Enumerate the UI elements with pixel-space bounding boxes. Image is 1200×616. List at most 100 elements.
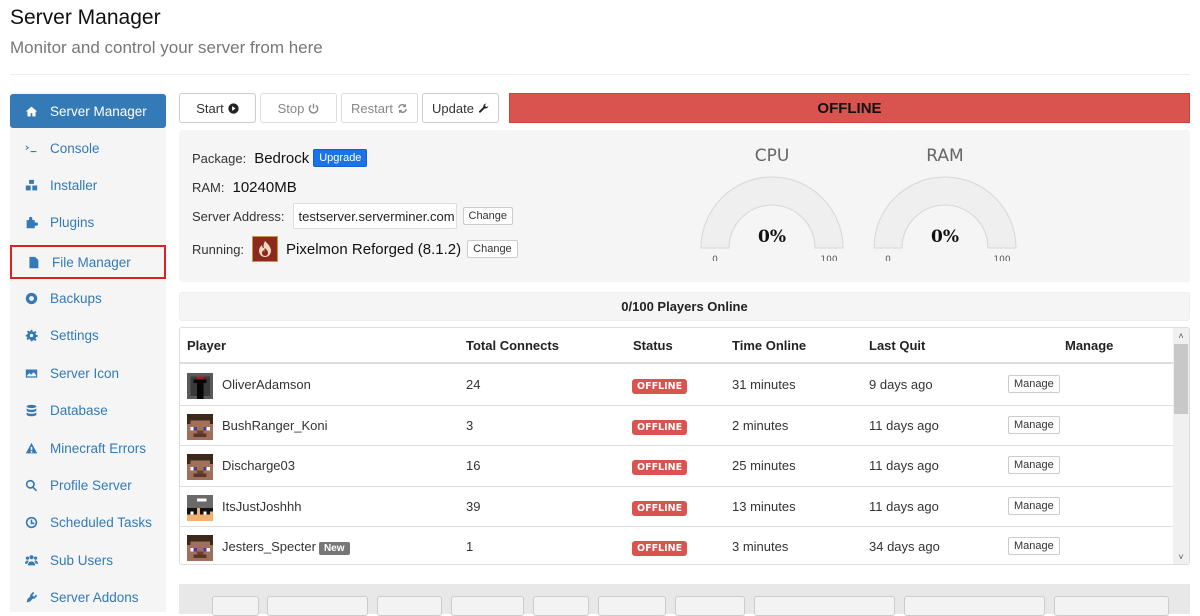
status-badge: OFFLINE [632,541,688,556]
file-icon [24,256,42,269]
ram-gauge-min: 0 [885,255,891,261]
bottom-tab[interactable] [377,596,442,616]
player-avatar [187,535,213,561]
manage-button[interactable]: Manage [1008,415,1060,434]
player-avatar [187,413,213,440]
bottom-tab[interactable] [754,596,895,616]
new-badge: New [318,542,350,555]
server-address-row: Server Address: testserver.serverminer.c… [192,203,514,229]
bottom-tab[interactable] [212,596,259,616]
sidebar-item-console[interactable]: Console [10,131,166,165]
bottom-tab[interactable] [598,596,666,616]
bottom-tab[interactable] [1054,596,1169,616]
sidebar-item-backups[interactable]: Backups [10,281,166,315]
manage-button[interactable]: Manage [1008,537,1060,555]
player-avatar [187,494,213,521]
warning-icon [22,442,40,455]
package-label: Package: [192,150,247,166]
player-name[interactable]: Discharge03 [222,458,295,473]
sidebar-item-label: Minecraft Errors [50,440,147,456]
server-info-panel: Package: Bedrock Upgrade RAM: 10240MB Se… [179,130,1190,282]
ram-gauge-value: 0% [931,227,959,247]
player-name[interactable]: ItsJustJoshhh [222,499,302,514]
player-name[interactable]: OliverAdamson [222,377,311,392]
running-modpack: Pixelmon Reforged (8.1.2) [286,240,462,258]
sidebar-item-database[interactable]: Database [10,393,166,427]
bottom-tab[interactable] [533,596,589,616]
player-row: OliverAdamson 24 OFFLINE 31 minutes 9 days a… [180,365,1174,406]
restart-button[interactable]: Restart [341,93,418,123]
sidebar-item-label: Scheduled Tasks [50,514,152,530]
sidebar-item-minecraft-errors[interactable]: Minecraft Errors [10,431,166,465]
time-online: 2 minutes [732,417,789,433]
status-badge: OFFLINE [632,500,688,516]
last-quit: 11 days ago [869,458,939,473]
player-row: BushRanger_Koni 3 OFFLINE 2 minutes 11 days … [180,406,1174,446]
sidebar-item-settings[interactable]: Settings [10,318,166,352]
player-row: Jesters_Specter New 1 OFFLINE 3 minutes 34 da… [180,527,1174,564]
search-icon [22,479,40,492]
sidebar-item-label: Console [50,140,100,156]
update-button[interactable]: Update [422,93,499,123]
bottom-tab[interactable] [451,596,524,616]
image-icon [22,367,40,380]
bottom-tab[interactable] [267,596,368,616]
column-last-quit: Last Quit [869,338,926,353]
server-address-label: Server Address: [192,208,285,224]
sidebar-item-file-manager[interactable]: File Manager [10,245,166,279]
scroll-down-icon[interactable]: ˅ [1173,549,1189,564]
gear-icon [22,329,40,342]
sidebar-item-label: Backups [50,290,102,306]
player-name[interactable]: Jesters_Specter New [222,539,350,555]
player-row: Discharge03 16 OFFLINE 25 minutes 11 days ag… [180,446,1174,487]
server-address-field[interactable]: testserver.serverminer.com [292,203,457,229]
column-player: Player [187,338,227,353]
refresh-icon [397,103,407,113]
player-name[interactable]: BushRanger_Koni [222,418,328,433]
manage-button[interactable]: Manage [1008,496,1060,515]
ram-gauge-max: 100 [993,255,1010,261]
start-button[interactable]: Start [179,93,256,123]
sidebar-item-installer[interactable]: Installer [10,168,166,202]
change-address-button[interactable]: Change [462,207,514,225]
stop-button[interactable]: Stop [260,93,337,123]
terminal-icon [22,142,40,155]
sidebar-item-server-manager[interactable]: Server Manager [10,94,166,128]
column-total-connects: Total Connects [466,338,559,353]
scroll-thumb[interactable] [1174,344,1188,414]
ram-gauge-dial: 0% 0 100 [873,176,1017,265]
column-manage: Manage [1065,338,1114,353]
bottom-tab[interactable] [904,596,1045,616]
ram-gauge: RAM 0% 0 100 [870,146,1020,266]
sidebar-item-profile-server[interactable]: Profile Server [10,468,166,502]
sidebar-item-sub-users[interactable]: Sub Users [10,543,166,577]
manage-button[interactable]: Manage [1008,375,1060,393]
sidebar-item-scheduled-tasks[interactable]: Scheduled Tasks [10,505,166,539]
table-scrollbar[interactable]: ˄ ˅ [1173,328,1189,564]
sidebar-item-plugins[interactable]: Plugins [10,205,166,239]
bottom-tab[interactable] [675,596,745,616]
status-badge: OFFLINE [632,419,688,435]
sidebar-item-label: Plugins [50,214,95,230]
package-row: Package: Bedrock Upgrade [192,149,368,167]
last-quit: 11 days ago [869,417,939,433]
scroll-up-icon[interactable]: ˄ [1173,328,1189,343]
cpu-gauge: CPU 0% 0 100 [697,146,847,266]
cpu-gauge-max: 100 [820,255,837,261]
player-row: ItsJustJoshhh 39 OFFLINE 13 minutes 11 days … [180,487,1174,527]
page-subtitle: Monitor and control your server from her… [10,38,323,57]
plug-icon [22,591,40,604]
ram-value: 10240MB [232,179,297,196]
time-online: 13 minutes [732,498,796,514]
cpu-gauge-dial: 0% 0 100 [700,176,844,265]
users-icon [22,554,40,567]
manage-button[interactable]: Manage [1008,456,1060,474]
change-modpack-button[interactable]: Change [467,240,518,258]
upgrade-button[interactable]: Upgrade [313,149,368,167]
sidebar-item-server-addons[interactable]: Server Addons [10,580,166,614]
sidebar-item-label: Server Icon [50,365,120,381]
sidebar-item-server-icon[interactable]: Server Icon [10,356,166,390]
time-online: 31 minutes [732,377,796,392]
column-status: Status [633,338,673,353]
status-badge: OFFLINE [632,460,688,475]
